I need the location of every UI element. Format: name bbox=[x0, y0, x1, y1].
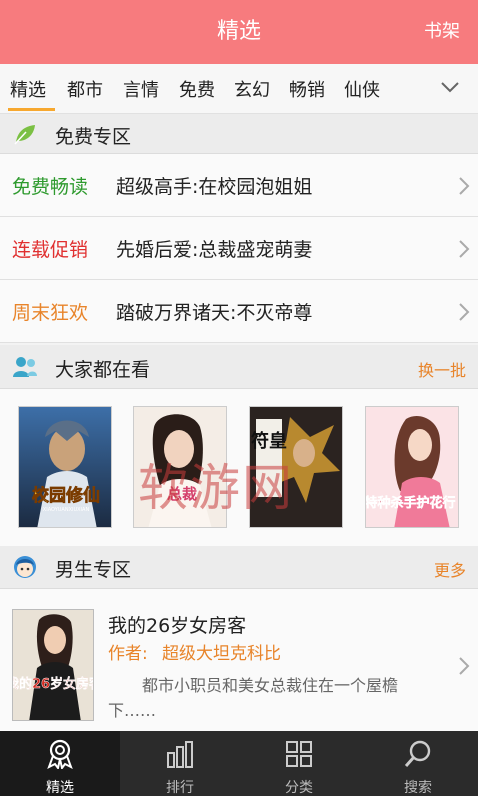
watermark: 软游网 bbox=[138, 459, 294, 517]
cover-subtitle: XIAOYUANXIUXIAN bbox=[43, 507, 90, 513]
section-title: 免费专区 bbox=[55, 126, 132, 148]
nav-search[interactable]: 搜索 bbox=[358, 731, 478, 796]
promo-book-title: 踏破万界诸天:不灭帝尊 bbox=[116, 302, 313, 324]
promo-tag: 周末狂欢 bbox=[12, 302, 89, 324]
tab-featured[interactable]: 精选 bbox=[10, 76, 46, 102]
chevron-right-icon bbox=[459, 657, 470, 675]
refresh-batch-button[interactable]: 换一批 bbox=[418, 357, 466, 381]
male-zone-header: 男生专区 更多 bbox=[0, 546, 478, 589]
nav-featured[interactable]: 精选 bbox=[0, 731, 120, 796]
cover-title: 我的26岁女房客 bbox=[13, 676, 94, 692]
section-title: 男生专区 bbox=[55, 559, 132, 581]
nav-category[interactable]: 分类 bbox=[239, 731, 359, 796]
promo-row-weekend[interactable]: 周末狂欢 踏破万界诸天:不灭帝尊 bbox=[0, 280, 478, 343]
promo-tag: 连载促销 bbox=[12, 239, 89, 261]
medal-icon bbox=[47, 739, 73, 769]
tab-fantasy[interactable]: 玄幻 bbox=[234, 76, 270, 102]
promo-book-title: 先婚后爱:总裁盛宠萌妻 bbox=[116, 239, 313, 261]
nav-label: 搜索 bbox=[404, 780, 432, 796]
promo-tag: 免费畅读 bbox=[12, 176, 89, 198]
book-description: 都市小职员和美女总裁住在一个屋檐下…… bbox=[108, 676, 399, 720]
page-title: 精选 bbox=[216, 19, 261, 44]
top-bar: 精选 书架 bbox=[0, 0, 478, 64]
nav-ranking[interactable]: 排行 bbox=[120, 731, 240, 796]
tab-free[interactable]: 免费 bbox=[179, 76, 215, 102]
nav-label: 分类 bbox=[285, 780, 313, 796]
cover-title: 特种杀手护花行 bbox=[366, 495, 456, 511]
active-tab-indicator bbox=[8, 108, 55, 111]
bottom-nav: 精选 排行 分类 搜索 bbox=[0, 731, 478, 796]
bookshelf-button[interactable]: 书架 bbox=[424, 0, 460, 64]
search-icon bbox=[404, 740, 431, 767]
more-button[interactable]: 更多 bbox=[434, 557, 466, 581]
promo-book-title: 超级高手:在校园泡姐姐 bbox=[116, 176, 313, 198]
featured-book[interactable]: 我的26岁女房客 我的26岁女房客 作者: 超级大坦克科比 都市小职员和美女总裁… bbox=[0, 589, 478, 731]
author-name: 超级大坦克科比 bbox=[162, 644, 281, 664]
tab-romance[interactable]: 言情 bbox=[123, 76, 159, 102]
tab-urban[interactable]: 都市 bbox=[67, 76, 103, 102]
book-cover[interactable]: 特种杀手护花行 bbox=[365, 406, 459, 528]
promo-row-free-read[interactable]: 免费畅读 超级高手:在校园泡姐姐 bbox=[0, 154, 478, 217]
bar-chart-icon bbox=[167, 741, 193, 768]
category-tabs: 精选 都市 言情 免费 玄幻 畅销 仙侠 bbox=[0, 64, 478, 114]
section-title: 大家都在看 bbox=[55, 359, 151, 381]
chevron-down-icon[interactable] bbox=[440, 80, 460, 94]
users-icon bbox=[13, 357, 37, 377]
free-zone-header: 免费专区 bbox=[0, 114, 478, 154]
chevron-right-icon bbox=[459, 240, 470, 258]
chevron-right-icon bbox=[459, 177, 470, 195]
book-cover[interactable]: 我的26岁女房客 bbox=[12, 609, 94, 721]
author-label: 作者: bbox=[108, 644, 148, 664]
grid-icon bbox=[286, 741, 312, 767]
nav-label: 精选 bbox=[46, 780, 74, 796]
tab-bestseller[interactable]: 畅销 bbox=[289, 76, 325, 102]
promo-row-serial-sale[interactable]: 连载促销 先婚后爱:总裁盛宠萌妻 bbox=[0, 217, 478, 280]
leaf-icon bbox=[14, 125, 35, 145]
book-cover[interactable]: 校园修仙 XIAOYUANXIUXIAN bbox=[18, 406, 112, 528]
nav-label: 排行 bbox=[166, 780, 194, 796]
boy-face-icon bbox=[14, 556, 36, 578]
tab-xianxia[interactable]: 仙侠 bbox=[344, 76, 380, 102]
book-title: 我的26岁女房客 bbox=[108, 615, 247, 637]
cover-title: 校园修仙 bbox=[32, 485, 100, 506]
chevron-right-icon bbox=[459, 303, 470, 321]
popular-header: 大家都在看 换一批 bbox=[0, 345, 478, 389]
